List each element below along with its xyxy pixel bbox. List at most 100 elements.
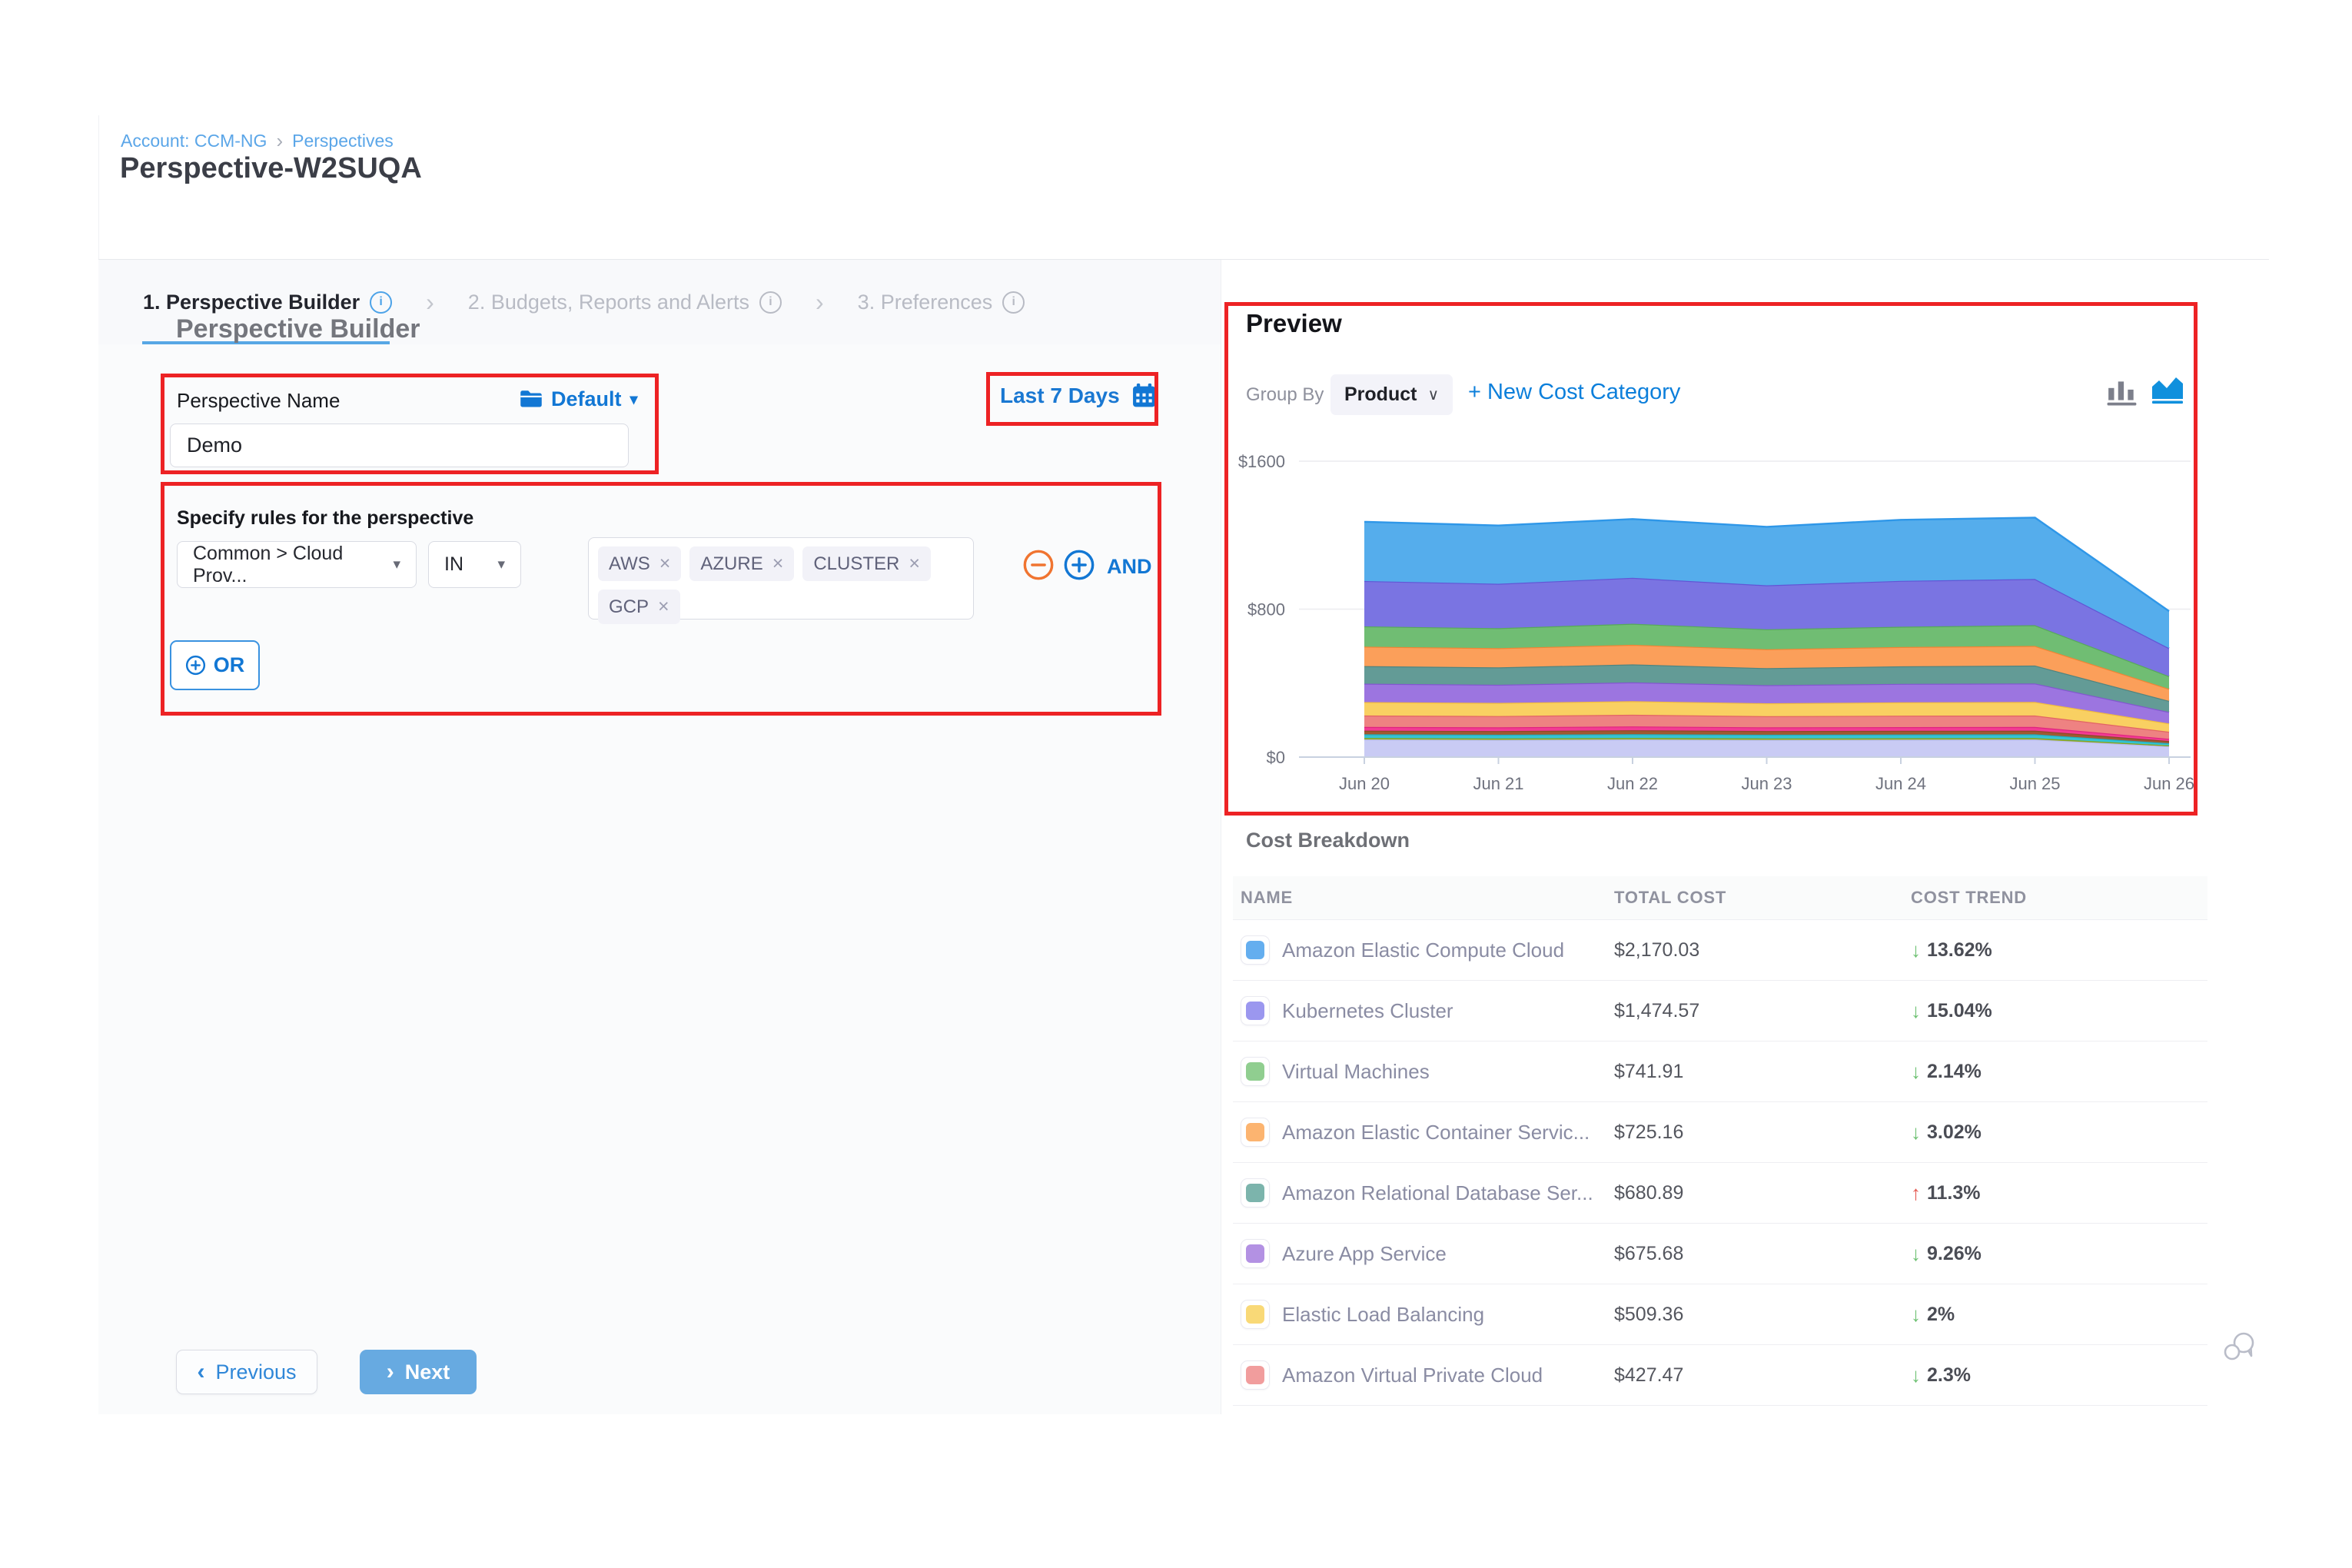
table-row[interactable]: Amazon Elastic Container Servic...$725.1… <box>1233 1102 2207 1163</box>
rule-field-value: Common > Cloud Prov... <box>193 543 382 587</box>
remove-value-icon[interactable] <box>772 554 784 573</box>
tab-label: 1. Perspective Builder <box>143 291 360 314</box>
remove-rule-icon[interactable] <box>1022 549 1055 581</box>
rule-operator-value: IN <box>444 553 463 576</box>
total-cost-value: $741.91 <box>1605 1061 1902 1083</box>
trend-down-arrow-icon <box>1911 1364 1921 1387</box>
total-cost-value: $1,474.57 <box>1605 1000 1902 1022</box>
plus-circle-icon <box>185 655 206 676</box>
help-chat-icon[interactable] <box>2223 1331 2258 1364</box>
cost-breakdown-table: NAME TOTAL COST COST TREND Amazon Elasti… <box>1233 876 2207 1406</box>
group-by-label: Group By <box>1246 384 1324 406</box>
builder-pane <box>98 344 1221 1414</box>
series-legend-swatch <box>1241 1239 1270 1268</box>
bar-chart-toggle-icon[interactable] <box>2106 376 2138 407</box>
table-row[interactable]: Virtual Machines$741.912.14% <box>1233 1041 2207 1102</box>
cost-trend-cell: 2% <box>1902 1303 2207 1327</box>
rule-field-select[interactable]: Common > Cloud Prov... <box>177 541 417 588</box>
trend-down-arrow-icon <box>1911 1060 1921 1084</box>
rule-value-chip[interactable]: AZURE <box>689 546 794 581</box>
cost-trend-cell: 13.62% <box>1902 938 2207 962</box>
total-cost-value: $680.89 <box>1605 1182 1902 1204</box>
svg-text:Jun 23: Jun 23 <box>1741 774 1792 793</box>
builder-heading: Perspective Builder <box>176 314 420 344</box>
and-label: AND <box>1107 555 1152 579</box>
rule-value-chip[interactable]: GCP <box>598 590 680 624</box>
preview-heading: Preview <box>1246 309 1342 338</box>
svg-text:Jun 25: Jun 25 <box>2009 774 2060 793</box>
product-name: Amazon Relational Database Ser... <box>1282 1181 1593 1205</box>
total-cost-value: $2,170.03 <box>1605 939 1902 962</box>
remove-value-icon[interactable] <box>659 554 671 573</box>
product-name: Kubernetes Cluster <box>1282 999 1453 1023</box>
breadcrumb-perspectives-link[interactable]: Perspectives <box>292 131 394 151</box>
table-row[interactable]: Amazon Elastic Compute Cloud$2,170.0313.… <box>1233 920 2207 981</box>
cost-stacked-area-chart: $0$800$1600Jun 20Jun 21Jun 22Jun 23Jun 2… <box>1214 430 2221 799</box>
table-row[interactable]: Azure App Service$675.689.26% <box>1233 1224 2207 1284</box>
column-header-total-cost: TOTAL COST <box>1605 888 1902 908</box>
rule-value-chip[interactable]: CLUSTER <box>802 546 931 581</box>
svg-text:Jun 20: Jun 20 <box>1339 774 1390 793</box>
tab-1[interactable]: 1. Perspective Builder <box>143 291 392 314</box>
info-icon <box>759 291 782 314</box>
column-header-name: NAME <box>1233 888 1605 908</box>
series-legend-swatch <box>1241 1300 1270 1329</box>
area-chart-toggle-icon[interactable] <box>2150 373 2185 407</box>
table-row[interactable]: Amazon Relational Database Ser... $680.89… <box>1233 1163 2207 1224</box>
folder-selector[interactable]: Default <box>520 387 638 411</box>
breadcrumb-chevron-icon <box>276 129 283 153</box>
cost-breakdown-heading: Cost Breakdown <box>1246 829 1410 852</box>
breakdown-rows: Amazon Elastic Compute Cloud$2,170.0313.… <box>1233 920 2207 1406</box>
table-row[interactable]: Kubernetes Cluster $1,474.5715.04% <box>1233 981 2207 1041</box>
chevron-right-icon <box>387 1359 394 1385</box>
trend-percent: 2.3% <box>1927 1364 1971 1387</box>
calendar-icon <box>1131 383 1157 408</box>
svg-text:Jun 26: Jun 26 <box>2144 774 2194 793</box>
cost-trend-cell: 15.04% <box>1902 999 2207 1023</box>
group-by-value: Product <box>1344 384 1417 406</box>
previous-button[interactable]: Previous <box>176 1350 317 1394</box>
table-header-row: NAME TOTAL COST COST TREND <box>1233 876 2207 920</box>
remove-value-icon[interactable] <box>909 554 920 573</box>
next-label: Next <box>405 1360 450 1384</box>
rule-operator-select[interactable]: IN <box>428 541 521 588</box>
table-row[interactable]: Elastic Load Balancing$509.362% <box>1233 1284 2207 1345</box>
page-title: Perspective-W2SUQA <box>120 152 422 185</box>
remove-value-icon[interactable] <box>658 597 669 616</box>
cost-trend-cell: 11.3% <box>1902 1181 2207 1205</box>
svg-text:$0: $0 <box>1267 748 1285 767</box>
breadcrumb: Account: CCM-NG Perspectives <box>121 129 394 153</box>
folder-value: Default <box>551 387 622 411</box>
new-cost-category-link[interactable]: + New Cost Category <box>1468 380 1680 405</box>
next-button[interactable]: Next <box>360 1350 477 1394</box>
trend-down-arrow-icon <box>1911 1303 1921 1327</box>
table-row[interactable]: Amazon Virtual Private Cloud$427.472.3% <box>1233 1345 2207 1406</box>
trend-down-arrow-icon <box>1911 999 1921 1023</box>
svg-text:Jun 21: Jun 21 <box>1473 774 1523 793</box>
rule-value-chip[interactable]: AWS <box>598 546 681 581</box>
tab-separator-chevron-icon <box>816 288 824 317</box>
tab-3[interactable]: 3. Preferences <box>858 291 1025 314</box>
rule-values-box[interactable]: AWSAZURECLUSTERGCP <box>588 537 974 620</box>
total-cost-value: $725.16 <box>1605 1121 1902 1144</box>
perspective-name-input[interactable] <box>170 424 629 467</box>
trend-down-arrow-icon <box>1911 938 1921 962</box>
add-or-rule-button[interactable]: OR <box>170 640 260 690</box>
date-range-picker[interactable]: Last 7 Days <box>1000 383 1157 408</box>
series-legend-swatch <box>1241 1360 1270 1390</box>
svg-text:Jun 22: Jun 22 <box>1607 774 1658 793</box>
chevron-down-icon <box>1427 385 1439 404</box>
svg-text:$1600: $1600 <box>1238 452 1285 471</box>
product-name: Azure App Service <box>1282 1242 1447 1266</box>
tab-2[interactable]: 2. Budgets, Reports and Alerts <box>468 291 782 314</box>
tab-label: 2. Budgets, Reports and Alerts <box>468 291 749 314</box>
group-by-select[interactable]: Product <box>1330 374 1453 415</box>
trend-up-arrow-icon <box>1911 1181 1921 1205</box>
rule-value-label: CLUSTER <box>813 553 899 575</box>
add-rule-icon[interactable] <box>1063 549 1095 581</box>
series-legend-swatch <box>1241 996 1270 1025</box>
column-header-cost-trend: COST TREND <box>1902 888 2207 908</box>
rules-section-label: Specify rules for the perspective <box>177 507 473 530</box>
trend-percent: 11.3% <box>1927 1182 1981 1204</box>
breadcrumb-account-link[interactable]: Account: CCM-NG <box>121 131 267 151</box>
